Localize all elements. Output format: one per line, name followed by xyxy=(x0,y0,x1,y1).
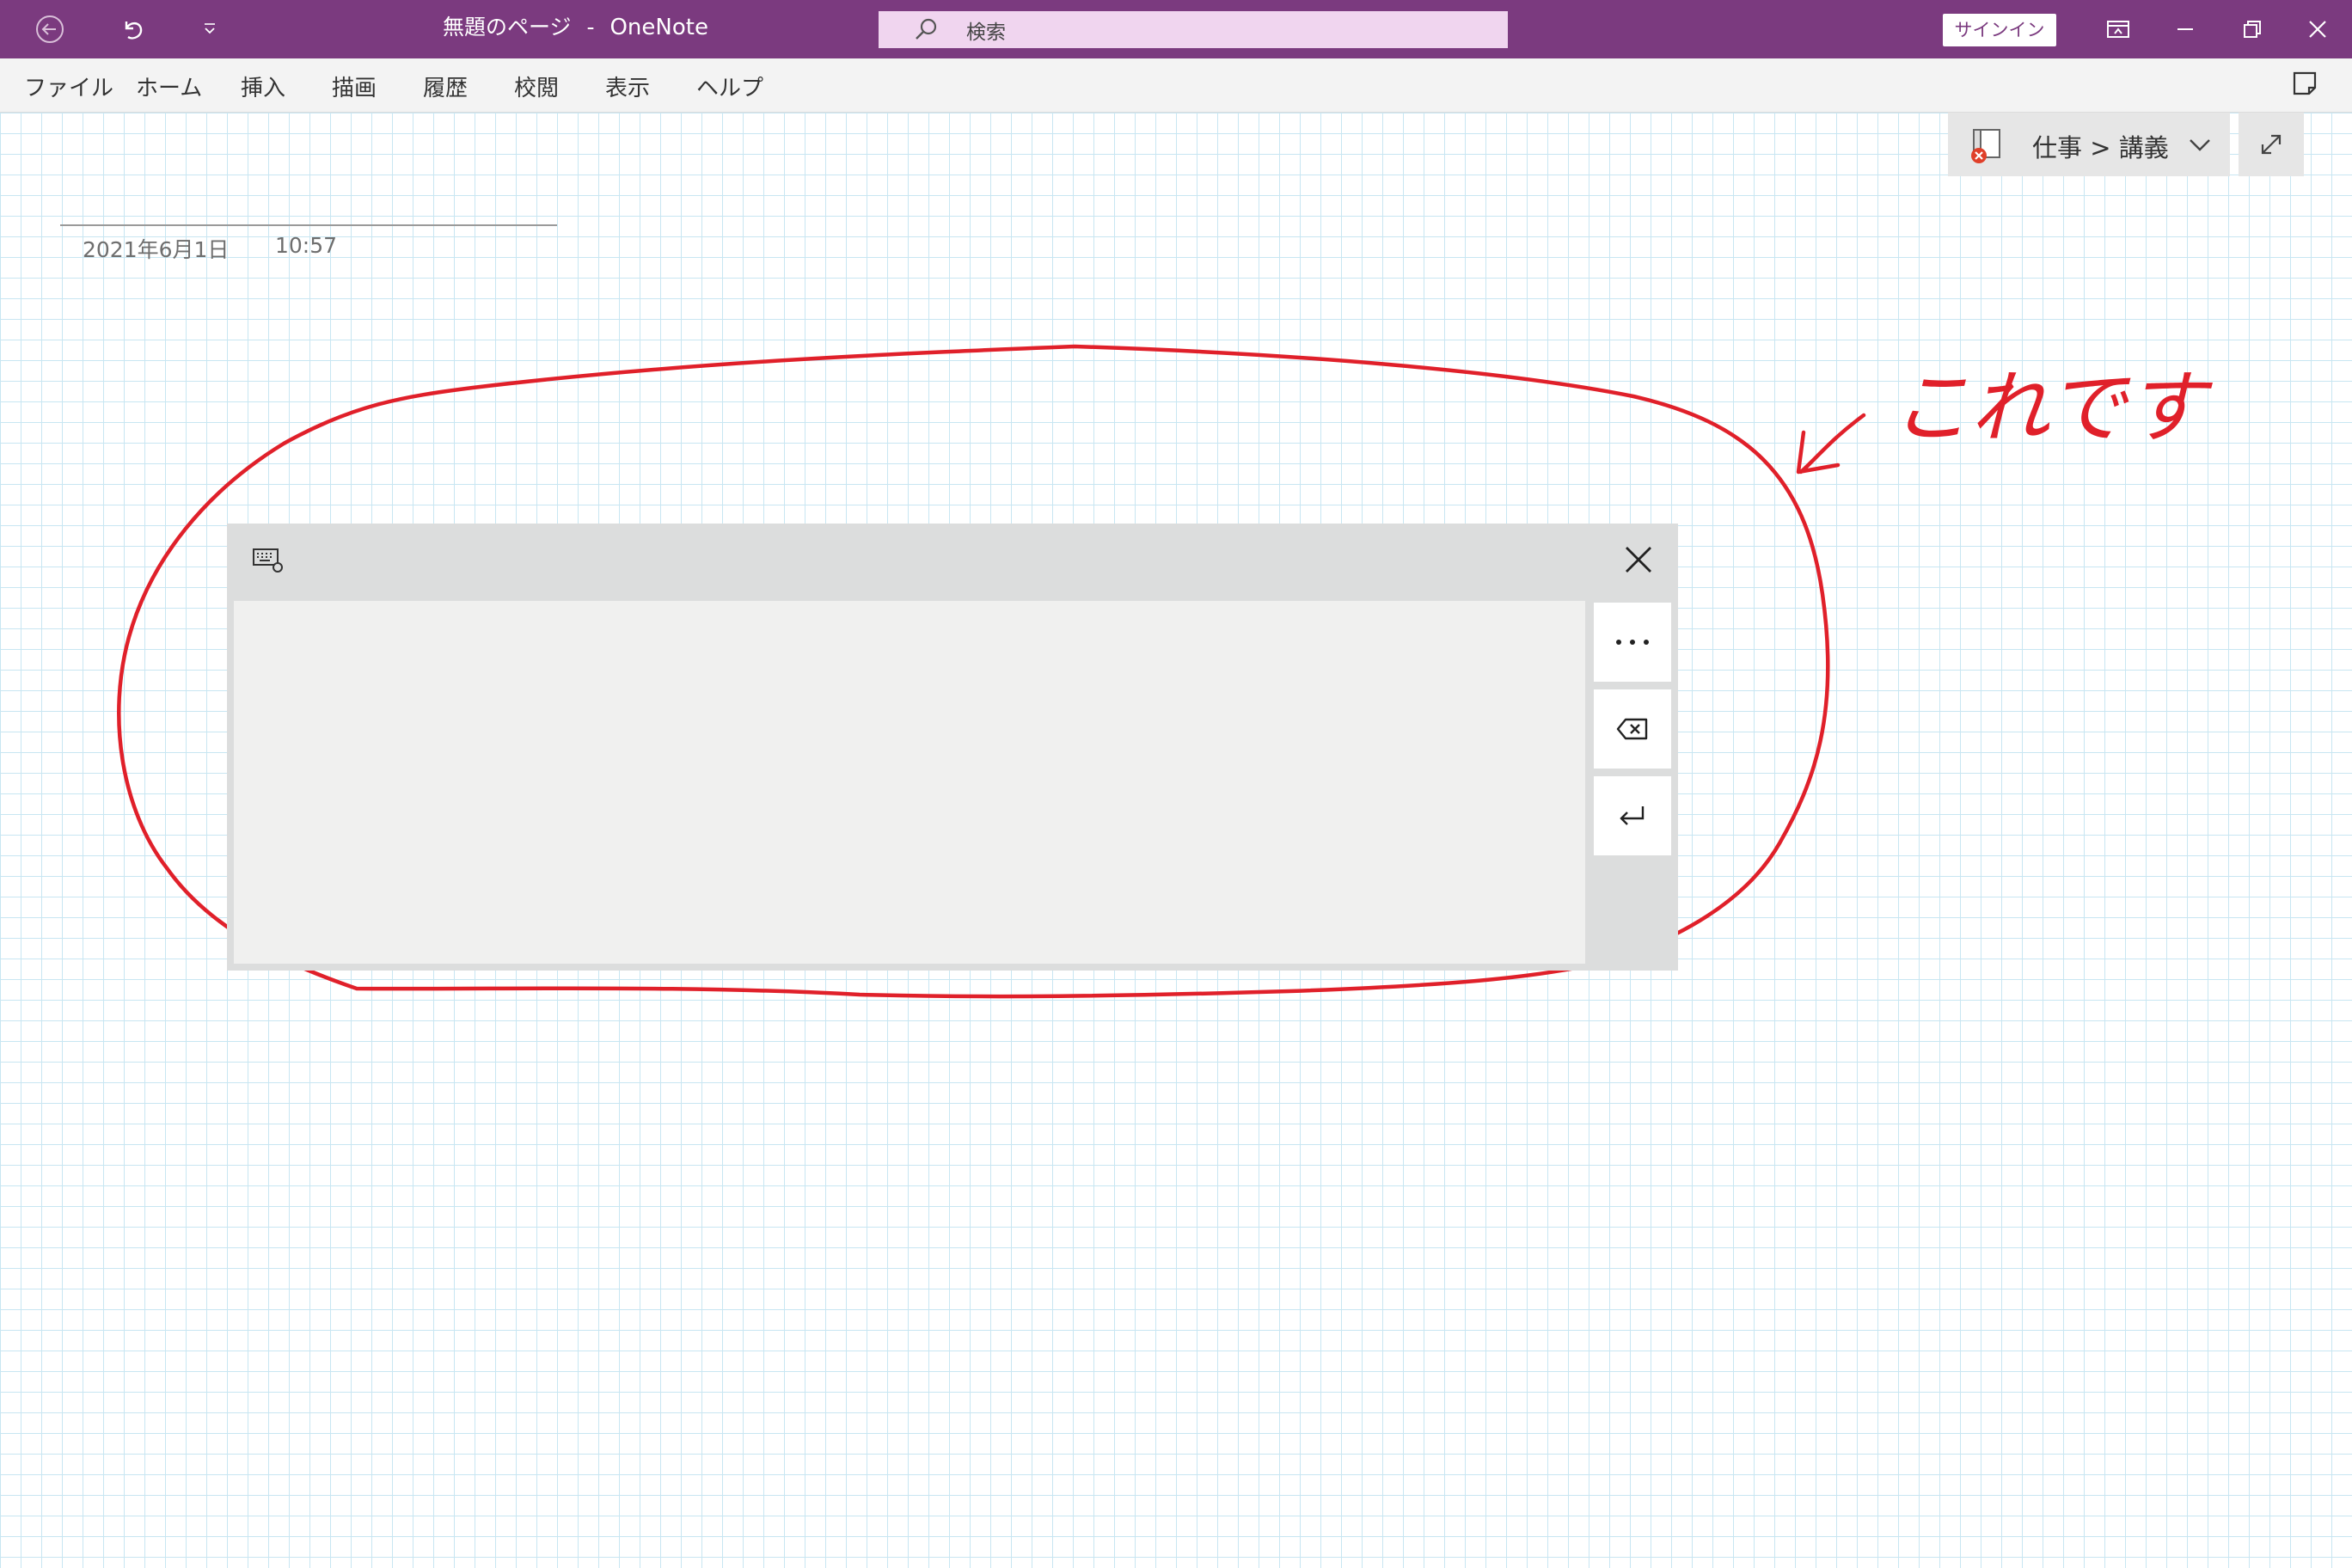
menu-view[interactable]: 表示 xyxy=(605,70,650,102)
menu-history[interactable]: 履歴 xyxy=(423,70,468,102)
menu-review[interactable]: 校閲 xyxy=(514,70,559,102)
sticky-note-icon[interactable] xyxy=(2290,69,2319,101)
page-title-text: 無題のページ xyxy=(443,15,572,40)
title-bar: 無題のページ - OneNote 検索 サインイン xyxy=(0,0,2352,58)
quick-access-dropdown-icon[interactable] xyxy=(189,9,230,50)
menu-help[interactable]: ヘルプ xyxy=(696,70,763,102)
ribbon-display-options-icon[interactable] xyxy=(2098,9,2139,50)
keyboard-settings-icon[interactable] xyxy=(251,544,285,573)
ink-handwriting: これです xyxy=(1891,362,2213,454)
restore-icon[interactable] xyxy=(2232,9,2273,50)
undo-icon[interactable] xyxy=(112,9,153,50)
app-name: OneNote xyxy=(609,15,708,40)
signin-button[interactable]: サインイン xyxy=(1943,14,2056,46)
page-canvas[interactable]: 仕事 > 講義 2021年6月1日 10:57 これです xyxy=(0,113,2352,1568)
window-title: 無題のページ - OneNote xyxy=(443,12,708,43)
backspace-icon xyxy=(1616,718,1648,740)
close-window-icon[interactable] xyxy=(2297,9,2338,50)
handwriting-panel[interactable] xyxy=(227,524,1678,971)
menu-draw[interactable]: 描画 xyxy=(332,70,377,102)
backspace-button[interactable] xyxy=(1594,689,1671,769)
title-separator: - xyxy=(586,15,595,40)
menu-file[interactable]: ファイル xyxy=(24,70,113,102)
enter-button[interactable] xyxy=(1594,776,1671,855)
close-icon[interactable] xyxy=(1620,541,1657,579)
search-box[interactable]: 検索 xyxy=(879,11,1508,48)
ink-arrow xyxy=(1796,413,1866,475)
menu-home[interactable]: ホーム xyxy=(136,70,202,102)
handwriting-input-area[interactable] xyxy=(234,601,1585,964)
more-button[interactable] xyxy=(1594,603,1671,682)
menu-bar: ファイル ホーム 挿入 描画 履歴 校閲 表示 ヘルプ xyxy=(0,58,2352,113)
back-icon[interactable] xyxy=(29,9,70,50)
enter-icon xyxy=(1620,806,1645,825)
minimize-icon[interactable] xyxy=(2165,9,2206,50)
more-icon xyxy=(1616,640,1649,645)
search-placeholder: 検索 xyxy=(966,21,1006,44)
menu-insert[interactable]: 挿入 xyxy=(241,70,285,102)
search-icon xyxy=(916,18,937,40)
